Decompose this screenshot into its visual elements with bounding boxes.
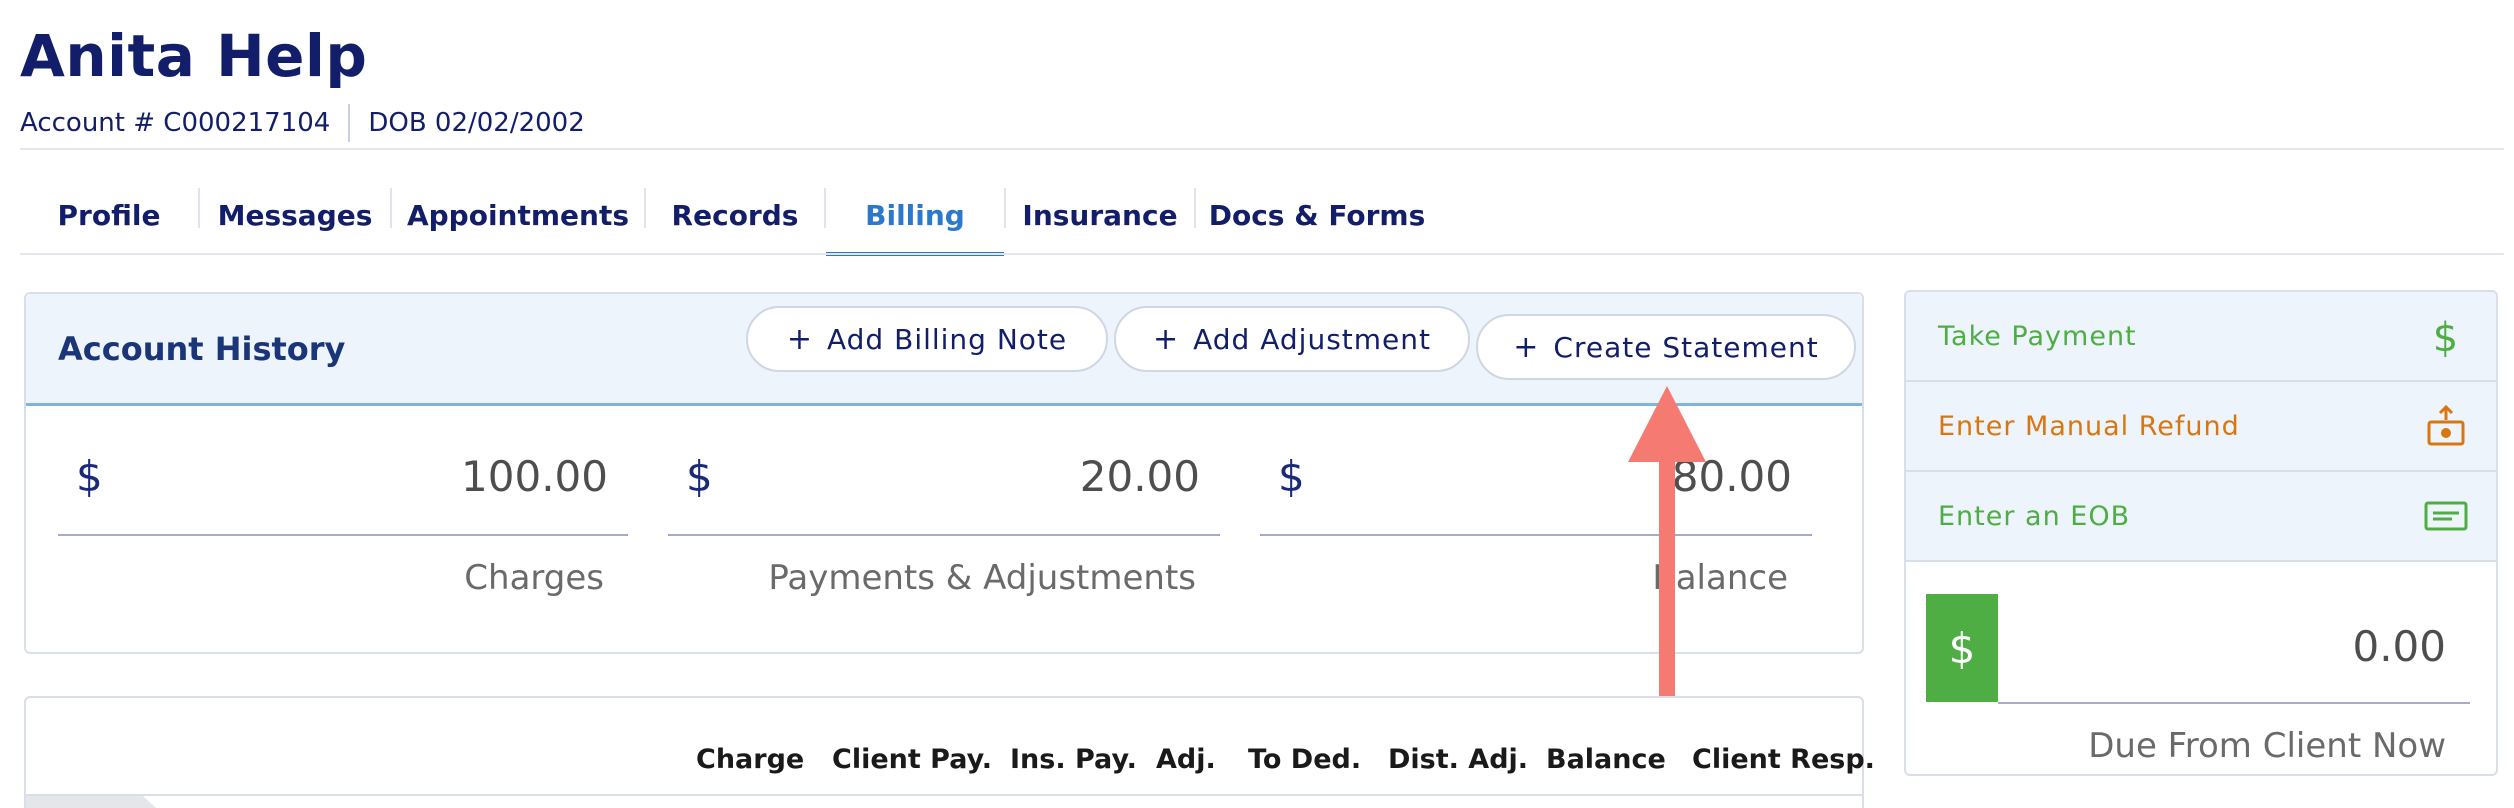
plus-icon: + — [1513, 329, 1540, 365]
account-history-card: Account History + Add Billing Note + Add… — [24, 292, 1864, 654]
enter-eob-button[interactable]: Enter an EOB — [1906, 472, 2496, 562]
tab-appointments[interactable]: Appointments — [392, 176, 644, 254]
create-statement-button[interactable]: + Create Statement — [1476, 314, 1856, 380]
patient-name: Anita Help — [20, 22, 368, 90]
patient-meta: Account # C000217104 DOB 02/02/2002 — [20, 104, 585, 142]
meta-divider — [348, 104, 351, 142]
tab-insurance[interactable]: Insurance — [1006, 176, 1194, 254]
column-header-client-resp[interactable]: Client Resp. — [1692, 744, 1875, 775]
patient-tabs: Profile Messages Appointments Records Bi… — [20, 176, 1438, 256]
stat-underline — [1260, 534, 1812, 536]
payment-actions-panel: Take Payment $ Enter Manual Refund Enter… — [1904, 290, 2498, 776]
due-underline — [1998, 702, 2470, 704]
dollar-icon: $ — [686, 452, 713, 501]
plus-icon: + — [1152, 321, 1180, 357]
take-payment-button[interactable]: Take Payment $ — [1906, 292, 2496, 382]
tab-profile[interactable]: Profile — [20, 176, 198, 254]
column-header-charge[interactable]: Charge — [696, 744, 804, 775]
column-header-ins-pay[interactable]: Ins. Pay. — [1010, 744, 1137, 775]
add-billing-note-button[interactable]: + Add Billing Note — [746, 306, 1108, 372]
header-divider — [20, 148, 2504, 150]
due-dollar-icon: $ — [1926, 594, 1998, 702]
dollar-icon: $ — [1278, 452, 1305, 501]
table-scroll-handle[interactable] — [26, 796, 156, 808]
dollar-icon: $ — [76, 452, 103, 501]
table-header-divider — [26, 794, 1862, 796]
column-header-dist-adj[interactable]: Dist. Adj. — [1388, 744, 1528, 775]
dollar-icon: $ — [2424, 314, 2468, 358]
take-payment-label: Take Payment — [1938, 320, 2137, 352]
charges-value: 100.00 — [461, 452, 608, 501]
add-billing-note-label: Add Billing Note — [827, 322, 1068, 356]
enter-manual-refund-button[interactable]: Enter Manual Refund — [1906, 382, 2496, 472]
tab-messages[interactable]: Messages — [200, 176, 390, 254]
date-of-birth: DOB 02/02/2002 — [368, 108, 585, 138]
column-header-to-ded[interactable]: To Ded. — [1248, 744, 1361, 775]
due-from-client-label: Due From Client Now — [2088, 726, 2446, 766]
manual-refund-label: Enter Manual Refund — [1938, 410, 2240, 442]
add-adjustment-label: Add Adjustment — [1193, 322, 1431, 356]
column-header-balance[interactable]: Balance — [1546, 744, 1666, 775]
account-history-title: Account History — [58, 330, 346, 368]
enter-eob-label: Enter an EOB — [1938, 500, 2131, 532]
refund-icon — [2424, 404, 2468, 448]
plus-icon: + — [786, 321, 813, 357]
add-adjustment-button[interactable]: + Add Adjustment — [1114, 306, 1470, 372]
tab-billing[interactable]: Billing — [826, 176, 1004, 256]
card-icon — [2424, 494, 2468, 538]
account-history-header: Account History + Add Billing Note + Add… — [26, 294, 1862, 406]
account-number: Account # C000217104 — [20, 108, 331, 138]
tab-records[interactable]: Records — [646, 176, 824, 254]
svg-text:$: $ — [2433, 315, 2459, 357]
due-from-client-value: 0.00 — [2352, 622, 2446, 671]
annotation-arrow-icon — [1628, 386, 1706, 700]
payments-label: Payments & Adjustments — [768, 558, 1196, 598]
stat-underline — [668, 534, 1220, 536]
column-header-adj[interactable]: Adj. — [1156, 744, 1216, 775]
charges-label: Charges — [464, 558, 604, 598]
tab-docs-forms[interactable]: Docs & Forms — [1196, 176, 1438, 254]
tabs-divider — [20, 253, 2504, 255]
stat-underline — [58, 534, 628, 536]
payments-value: 20.00 — [1079, 452, 1200, 501]
column-header-client-pay[interactable]: Client Pay. — [832, 744, 992, 775]
create-statement-label: Create Statement — [1553, 330, 1819, 364]
